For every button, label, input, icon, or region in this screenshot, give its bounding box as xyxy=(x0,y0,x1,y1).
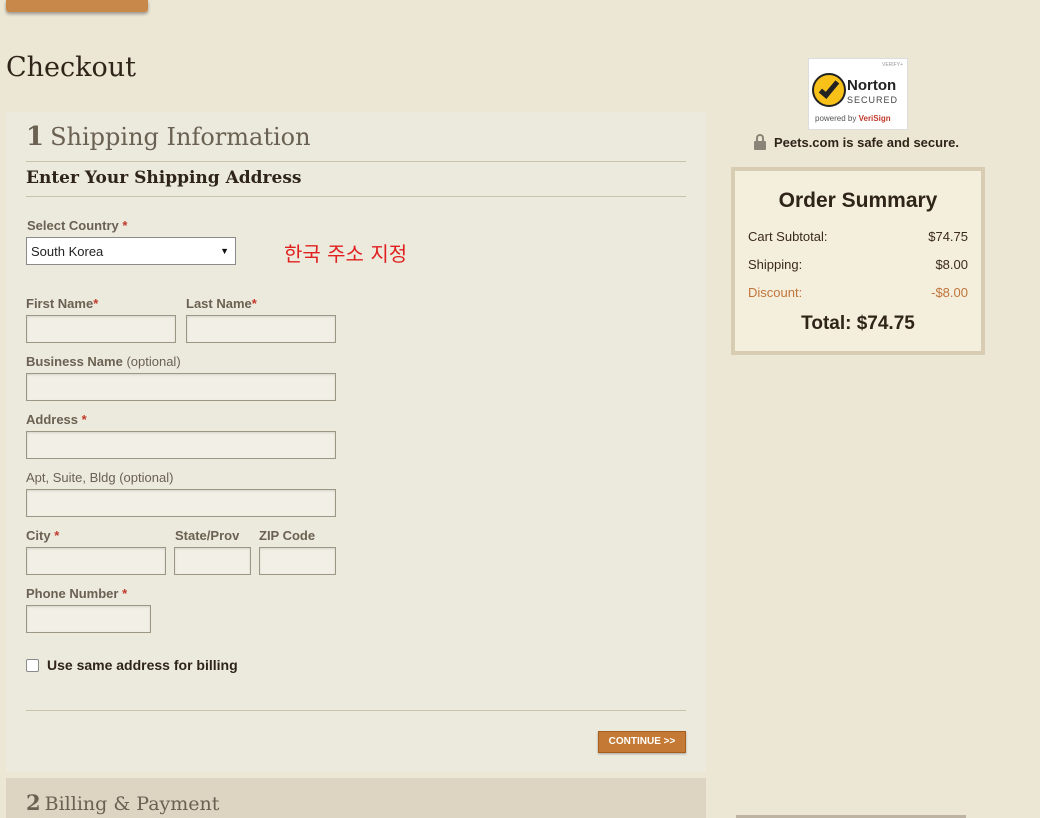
shipping-step-header: 1 Shipping Information xyxy=(26,122,686,162)
total-value: $74.75 xyxy=(856,313,915,334)
lock-icon xyxy=(754,134,766,150)
country-label: Select Country * xyxy=(27,218,128,233)
billing-step-header[interactable]: 2 Billing & Payment xyxy=(26,790,219,815)
address-label: Address * xyxy=(26,412,87,427)
top-nav-tab[interactable] xyxy=(6,0,148,12)
discount-value: -$8.00 xyxy=(931,285,968,300)
city-label: City * xyxy=(26,528,60,543)
shipping-subheading: Enter Your Shipping Address xyxy=(26,164,686,197)
powered-by-text: powered by VeriSign xyxy=(815,114,891,123)
chevron-down-icon: ▼ xyxy=(220,246,229,256)
order-total: Total: $74.75 xyxy=(735,313,981,335)
norton-secured-badge[interactable]: VERIFY+ Norton SECURED powered by VeriSi… xyxy=(808,58,908,130)
order-summary: Order Summary Cart Subtotal: $74.75 Ship… xyxy=(731,167,985,355)
business-name-input[interactable] xyxy=(26,373,336,401)
discount-row: Discount: -$8.00 xyxy=(748,285,968,300)
page-title: Checkout xyxy=(6,52,137,83)
last-name-label: Last Name* xyxy=(186,296,257,311)
subtotal-row: Cart Subtotal: $74.75 xyxy=(748,229,968,244)
phone-label: Phone Number * xyxy=(26,586,128,601)
city-input[interactable] xyxy=(26,547,166,575)
order-summary-title: Order Summary xyxy=(778,189,938,212)
step-number: 1 xyxy=(26,122,45,152)
subtotal-value: $74.75 xyxy=(928,229,968,244)
continue-button[interactable]: CONTINUE >> xyxy=(598,731,686,753)
shipping-panel: 1 Shipping Information Enter Your Shippi… xyxy=(6,112,706,772)
shipping-row: Shipping: $8.00 xyxy=(748,257,968,272)
address-input[interactable] xyxy=(26,431,336,459)
step-title: Shipping Information xyxy=(50,123,311,151)
same-billing-row[interactable]: Use same address for billing xyxy=(26,657,238,673)
verify-text: VERIFY+ xyxy=(882,62,903,68)
first-name-label: First Name* xyxy=(26,296,99,311)
state-input[interactable] xyxy=(174,547,251,575)
country-select-value: South Korea xyxy=(31,243,104,259)
apt-input[interactable] xyxy=(26,489,336,517)
norton-secured-text: SECURED xyxy=(847,95,899,105)
state-label: State/Prov xyxy=(175,528,240,543)
zip-input[interactable] xyxy=(259,547,336,575)
billing-panel[interactable]: 2 Billing & Payment xyxy=(6,778,706,818)
zip-label: ZIP Code xyxy=(259,528,316,543)
total-label: Total: xyxy=(801,313,852,334)
secure-notice: Peets.com is safe and secure. xyxy=(754,134,959,150)
norton-brand: Norton xyxy=(847,77,897,94)
annotation-text: 한국 주소 지정 xyxy=(284,242,408,266)
subtotal-label: Cart Subtotal: xyxy=(748,229,828,244)
shipping-value: $8.00 xyxy=(935,257,968,272)
checkmark-icon xyxy=(812,73,846,107)
billing-step-number: 2 xyxy=(26,790,41,815)
billing-step-title: Billing & Payment xyxy=(44,793,220,815)
discount-label: Discount: xyxy=(748,285,803,300)
business-name-label: Business Name (optional) xyxy=(26,354,181,369)
apt-label: Apt, Suite, Bldg (optional) xyxy=(26,470,174,485)
last-name-input[interactable] xyxy=(186,315,336,343)
country-select[interactable]: South Korea ▼ xyxy=(26,237,236,265)
secure-text: Peets.com is safe and secure. xyxy=(774,134,959,150)
first-name-input[interactable] xyxy=(26,315,176,343)
shipping-label: Shipping: xyxy=(748,257,803,272)
phone-input[interactable] xyxy=(26,605,151,633)
same-billing-checkbox[interactable] xyxy=(26,658,39,672)
divider xyxy=(26,710,686,711)
same-billing-label[interactable]: Use same address for billing xyxy=(47,657,238,673)
